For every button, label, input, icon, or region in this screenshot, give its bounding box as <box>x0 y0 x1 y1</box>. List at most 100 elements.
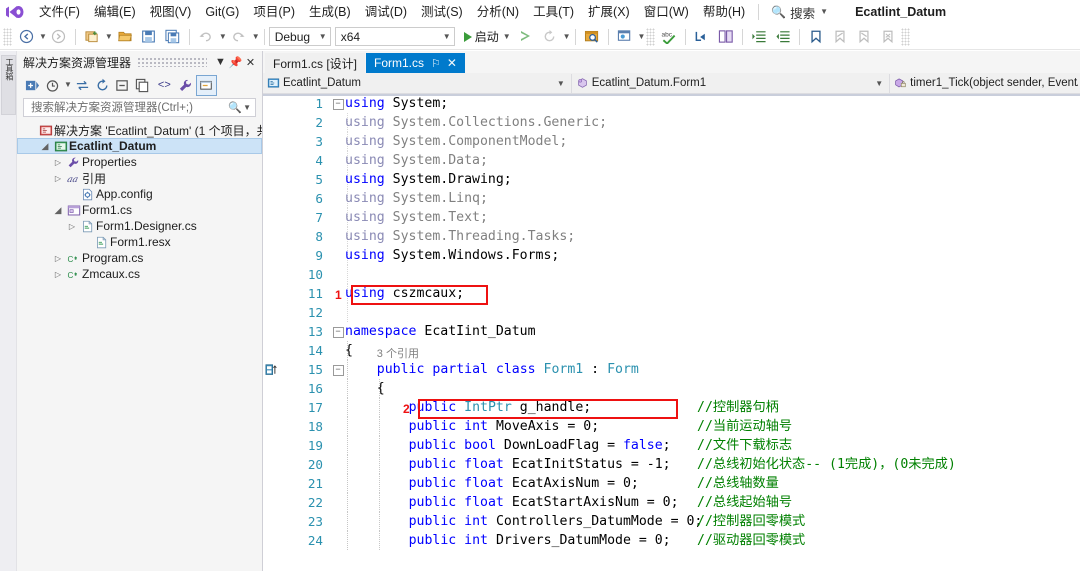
toolbar-grip-3[interactable] <box>901 27 911 46</box>
pending-changes-chevron-icon[interactable]: ▼ <box>64 81 72 89</box>
spell-check-icon[interactable]: abc <box>657 26 681 48</box>
chevron-down-icon[interactable]: ▼ <box>213 56 228 68</box>
save-icon[interactable] <box>137 26 161 48</box>
expander-collapsed-icon[interactable]: ▷ <box>51 270 65 279</box>
increase-indent-icon[interactable] <box>747 26 771 48</box>
expander-collapsed-icon[interactable]: ▷ <box>51 158 65 167</box>
solution-explorer-search[interactable]: 🔍 ▼ <box>23 98 256 117</box>
close-icon[interactable]: ✕ <box>447 56 457 70</box>
code-editor[interactable]: 1− using System; 2 using System.Collections… <box>263 94 1080 571</box>
show-all-files-icon[interactable] <box>133 76 152 95</box>
tree-item[interactable]: ◢ Form1.cs <box>17 202 262 218</box>
code-text: public IntPtr g_handle; //控制器句柄 <box>345 398 1080 417</box>
navbar-type-select[interactable]: Ecatlint_Datum.Form1 ▼ <box>572 73 891 93</box>
navbar-member-select[interactable]: timer1_Tick(object sender, EventA <box>890 74 1080 93</box>
global-search[interactable]: 🔍 搜索 ▼ <box>765 1 834 24</box>
pending-changes-clock-icon[interactable] <box>43 76 62 95</box>
document-tab-label: Form1.cs <box>374 56 425 70</box>
collapse-all-nodes-icon[interactable] <box>113 76 132 95</box>
pin-icon[interactable]: 📌 <box>228 56 243 69</box>
new-project-chevron-icon[interactable]: ▼ <box>105 32 113 41</box>
code-line: 19 public bool DownLoadFlag = false; //文件下… <box>263 436 1080 455</box>
tree-item[interactable]: ▷ C Zmcaux.cs <box>17 266 262 282</box>
collapse-region-icon[interactable]: − <box>331 98 345 110</box>
code-text: using System.Data; <box>345 151 1080 170</box>
menu-item-11[interactable]: 扩展(X) <box>581 2 637 22</box>
save-all-icon[interactable] <box>161 26 185 48</box>
expander-collapsed-icon[interactable]: ▷ <box>65 222 79 231</box>
decrease-indent-icon[interactable] <box>771 26 795 48</box>
menu-item-10[interactable]: 工具(T) <box>526 2 581 22</box>
toolbox-autohide-tab[interactable]: 工具箱 <box>1 55 16 115</box>
collapse-all-icon[interactable] <box>23 76 42 95</box>
expander-expanded-icon[interactable]: ◢ <box>38 141 52 152</box>
compare-files-icon[interactable] <box>714 26 738 48</box>
sync-with-active-document-icon[interactable] <box>73 76 92 95</box>
solution-configuration-select[interactable]: Debug ▼ <box>268 27 331 46</box>
menu-item-2[interactable]: 编辑(E) <box>87 2 143 22</box>
new-project-icon[interactable] <box>80 26 104 48</box>
document-tab-1[interactable]: Form1.cs [设计] <box>265 53 366 73</box>
toolbar-grip[interactable] <box>3 27 12 46</box>
menu-item-7[interactable]: 调试(D) <box>358 2 414 22</box>
code-comment: //总线起始轴号 <box>697 495 793 510</box>
preview-selected-items-icon[interactable] <box>195 74 217 96</box>
step-into-icon[interactable] <box>690 26 714 48</box>
navbar-project-select[interactable]: Ecatlint_Datum ▼ <box>263 73 572 93</box>
start-debugging-button[interactable]: 启动 ▼ <box>461 28 514 45</box>
document-tab-2[interactable]: Form1.cs ⚐ ✕ <box>366 53 465 73</box>
find-icon[interactable] <box>580 26 604 48</box>
tree-item[interactable]: ▷ Form1.Designer.cs <box>17 218 262 234</box>
expander-collapsed-icon[interactable]: ▷ <box>51 174 65 183</box>
line-number: 13 <box>307 324 323 339</box>
menu-item-1[interactable]: 文件(F) <box>32 2 87 22</box>
back-history-chevron-icon[interactable]: ▼ <box>39 32 47 41</box>
menu-item-8[interactable]: 测试(S) <box>414 2 470 22</box>
tree-item[interactable]: ▷ 𝑎𝑎 引用 <box>17 170 262 186</box>
line-number: 4 <box>315 153 323 168</box>
properties-wrench-icon[interactable] <box>176 76 195 95</box>
chevron-down-icon[interactable]: ▼ <box>503 32 511 41</box>
tree-item[interactable]: Form1.resx <box>17 234 262 250</box>
code-token: DownLoadFlag = <box>503 438 623 453</box>
open-file-icon[interactable] <box>113 26 137 48</box>
collapse-region-icon[interactable]: − <box>331 326 345 338</box>
menu-item-4[interactable]: Git(G) <box>198 2 246 22</box>
codelens-reference-count[interactable]: 3 个引用 <box>377 345 419 364</box>
toolbar-grip-2[interactable] <box>646 27 656 46</box>
solution-platform-select[interactable]: x64 ▼ <box>334 27 455 46</box>
code-token: { <box>376 381 385 396</box>
view-code-icon[interactable]: <> <box>154 79 175 91</box>
expander-expanded-icon[interactable]: ◢ <box>51 205 65 216</box>
refresh-icon[interactable] <box>93 76 112 95</box>
implements-interface-icon[interactable] <box>265 364 277 376</box>
menu-item-13[interactable]: 帮助(H) <box>696 2 752 22</box>
code-text <box>345 303 1080 322</box>
start-without-debugging-icon[interactable] <box>514 26 538 48</box>
menu-item-9[interactable]: 分析(N) <box>470 2 526 22</box>
tree-item[interactable]: ▷ C Program.cs <box>17 250 262 266</box>
window-layout-icon[interactable] <box>613 26 637 48</box>
tree-item[interactable]: ▷ Properties <box>17 154 262 170</box>
menu-item-3[interactable]: 视图(V) <box>143 2 199 22</box>
tree-item[interactable]: 解决方案 'Ecatlint_Datum' (1 个项目，共 1 个) <box>17 122 262 138</box>
close-icon[interactable]: ✕ <box>243 56 258 69</box>
chevron-down-icon[interactable]: ▼ <box>243 103 251 112</box>
search-input[interactable] <box>29 100 229 115</box>
line-number: 14 <box>307 343 323 358</box>
chevron-down-icon: ▼ <box>875 78 884 88</box>
menu-item-5[interactable]: 项目(P) <box>246 2 302 22</box>
expander-collapsed-icon[interactable]: ▷ <box>51 254 65 263</box>
menu-item-6[interactable]: 生成(B) <box>302 2 358 22</box>
panel-drag-dots[interactable] <box>137 57 207 67</box>
navigate-back-icon[interactable] <box>14 26 38 48</box>
collapse-region-icon[interactable]: − <box>331 364 345 376</box>
tree-item-label: Ecatlint_Datum <box>69 139 157 153</box>
tree-item[interactable]: App.config <box>17 186 262 202</box>
clear-bookmarks-icon <box>876 26 900 48</box>
bookmark-icon[interactable] <box>804 26 828 48</box>
tree-item-selected[interactable]: ◢ Ecatlint_Datum <box>17 138 262 154</box>
pin-icon[interactable]: ⚐ <box>431 57 441 70</box>
menu-item-12[interactable]: 窗口(W) <box>637 2 696 22</box>
window-layout-chevron-icon[interactable]: ▼ <box>638 32 646 41</box>
